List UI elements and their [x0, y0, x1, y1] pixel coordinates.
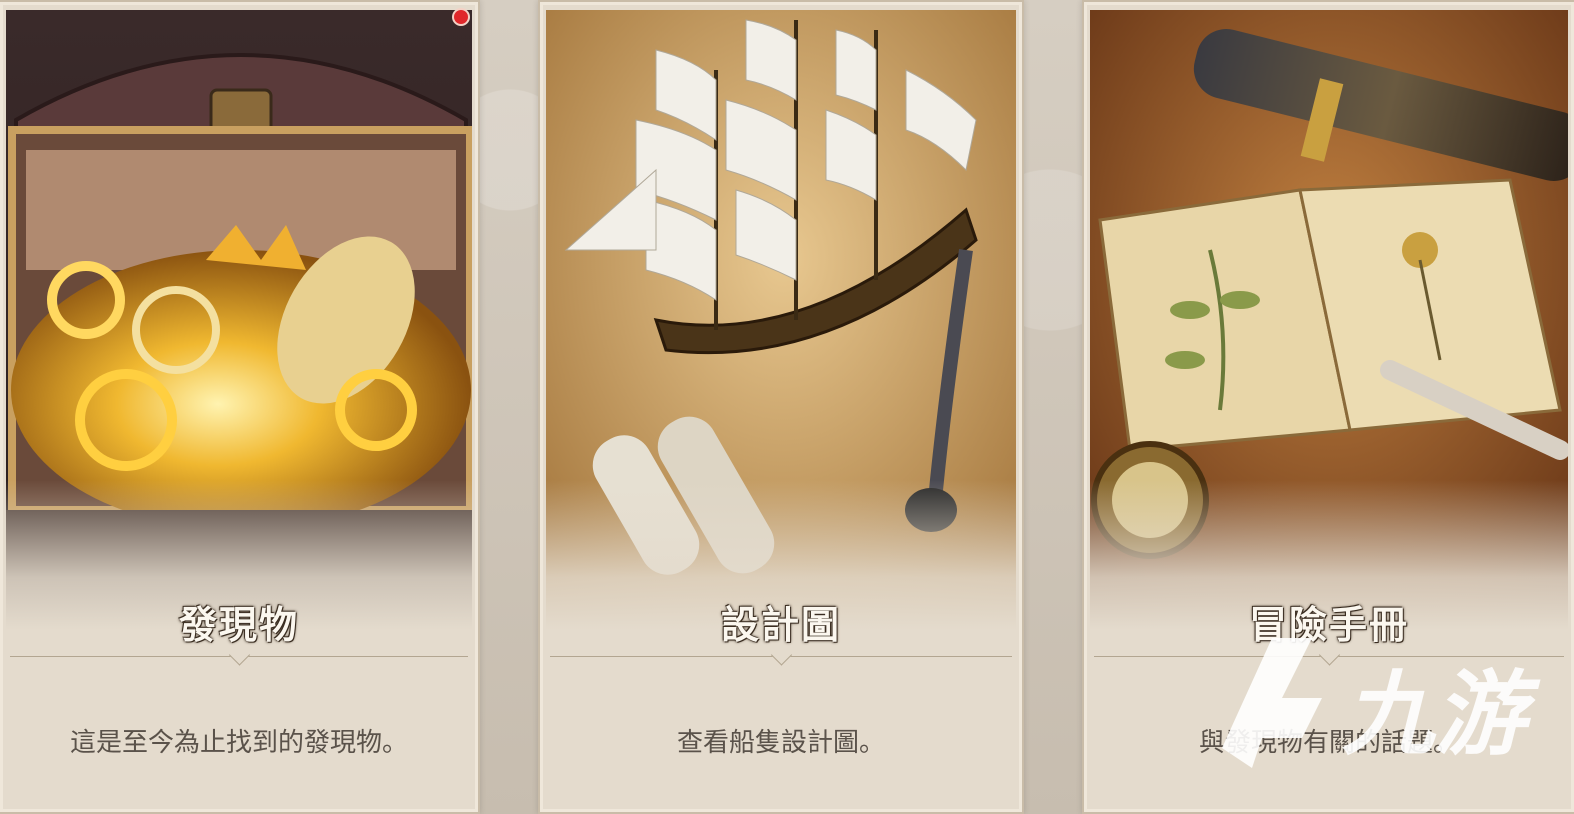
- journal-illustration: [1090, 10, 1568, 630]
- card-description: 這是至今為止找到的發現物。: [69, 728, 408, 758]
- ship-blueprint-illustration: [546, 10, 1016, 630]
- card-title: 發現物: [178, 603, 299, 647]
- discoveries-card[interactable]: 發現物 這是至今為止找到的發現物。: [0, 0, 480, 814]
- card-description: 查看船隻設計圖。: [676, 728, 885, 758]
- adventure-handbook-card[interactable]: 冒險手冊 與發現物有關的話題。: [1082, 0, 1574, 814]
- card-title: 冒險手冊: [1248, 603, 1409, 647]
- treasure-chest-illustration: [6, 10, 472, 630]
- blueprints-card[interactable]: 設計圖 查看船隻設計圖。: [538, 0, 1024, 814]
- card-title: 設計圖: [720, 603, 841, 647]
- notification-dot: [452, 8, 470, 26]
- card-description: 與發現物有關的話題。: [1198, 728, 1459, 758]
